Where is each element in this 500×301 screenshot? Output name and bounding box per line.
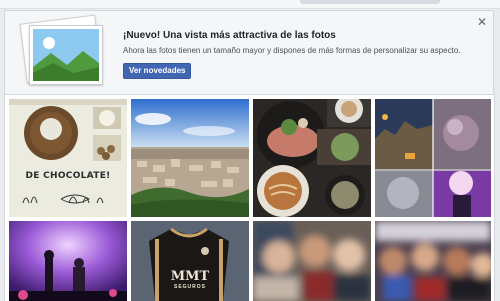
photo-tile[interactable] (253, 99, 371, 217)
notice-title: ¡Nuevo! Una vista más attractiva de las … (123, 30, 336, 41)
top-tab (300, 0, 440, 4)
notice-description: Ahora las fotos tienen un tamaño mayor y… (123, 46, 461, 55)
see-whats-new-button[interactable]: Ver novedades (123, 63, 192, 79)
photo-tile[interactable] (375, 99, 491, 217)
photo-tile[interactable] (375, 221, 491, 301)
top-bar-strip (0, 0, 500, 9)
photo-caption-text: DE CHOCOLATE! (25, 171, 111, 181)
photo-tile[interactable]: MMT SEGUROS (131, 221, 249, 301)
photo-tile[interactable] (131, 99, 249, 217)
jersey-sponsor-subtext: SEGUROS (173, 284, 206, 290)
photo-tile[interactable] (253, 221, 371, 301)
photo-stack-icon (17, 14, 107, 89)
photo-tile[interactable] (9, 221, 127, 301)
close-icon[interactable]: ✕ (477, 16, 487, 28)
new-photo-view-notice: ¡Nuevo! Una vista más attractiva de las … (4, 10, 494, 95)
photo-tile[interactable]: DE CHOCOLATE! (9, 99, 127, 217)
photo-grid: DE CHOCOLATE! MMT SEGUROS (4, 94, 495, 301)
jersey-sponsor-text: MMT (170, 269, 210, 284)
